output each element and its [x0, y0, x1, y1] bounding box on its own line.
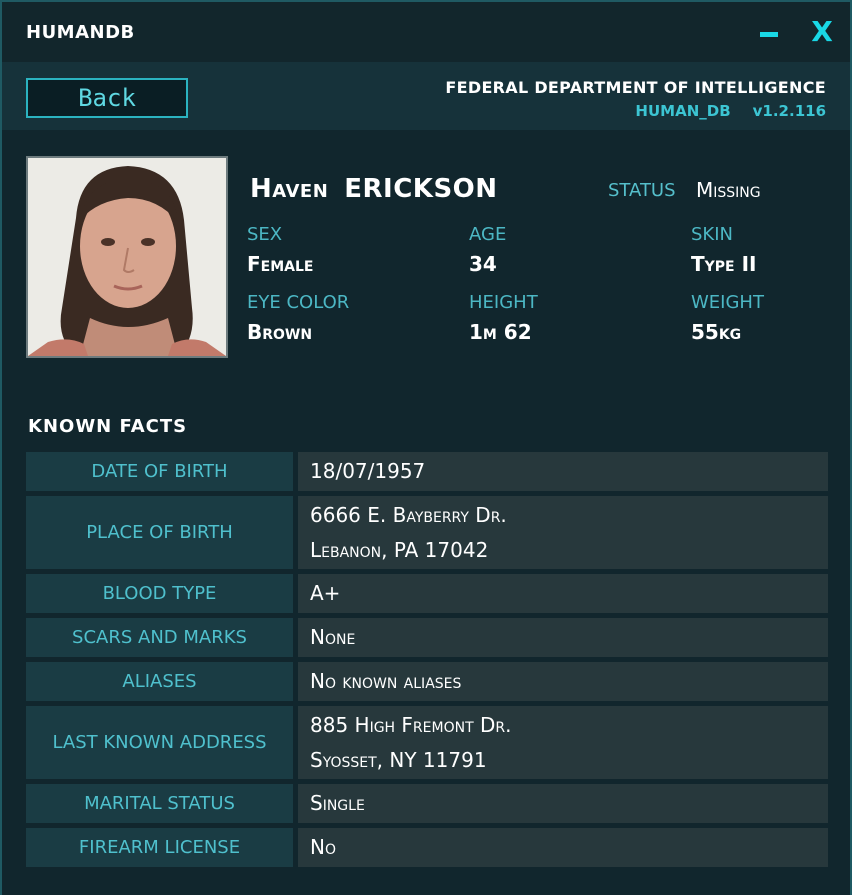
fact-label: FIREARM LICENSE	[26, 828, 293, 867]
humandb-window: HUMANDB X Back FEDERAL DEPARTMENT OF INT…	[0, 0, 852, 895]
skin-label: SKIN	[691, 224, 734, 245]
fact-value-line: A+	[310, 581, 341, 605]
weight-label: WEIGHT	[691, 292, 764, 313]
fact-label: MARITAL STATUS	[26, 784, 293, 823]
minimize-icon	[760, 31, 778, 37]
fact-value: A+	[298, 574, 828, 613]
fact-label: BLOOD TYPE	[26, 574, 293, 613]
skin-value: Type II	[691, 252, 757, 276]
fact-value-line: Single	[310, 791, 365, 815]
header: Back FEDERAL DEPARTMENT OF INTELLIGENCE …	[2, 62, 850, 130]
status-value: Missing	[696, 178, 761, 202]
eye-color-value: Brown	[247, 320, 313, 344]
fact-label: DATE OF BIRTH	[26, 452, 293, 491]
back-button[interactable]: Back	[26, 78, 188, 118]
last-name: ERICKSON	[344, 174, 498, 204]
subject-name: Haven ERICKSON	[250, 174, 498, 204]
fact-label: ALIASES	[26, 662, 293, 701]
portrait-image	[28, 158, 226, 356]
fact-label: LAST KNOWN ADDRESS	[26, 706, 293, 779]
fact-value-line: Syosset, NY 11791	[310, 747, 487, 772]
fact-value-line: No known aliases	[310, 669, 462, 693]
height-label: HEIGHT	[469, 292, 538, 313]
profile-panel: Haven ERICKSON STATUS Missing SEX Female …	[2, 130, 850, 895]
fact-row-blood-type: BLOOD TYPE A+	[26, 574, 828, 613]
fact-label: SCARS AND MARKS	[26, 618, 293, 657]
fact-row-place-of-birth: PLACE OF BIRTH 6666 E. Bayberry Dr. Leba…	[26, 496, 828, 569]
fact-row-scars-and-marks: SCARS AND MARKS None	[26, 618, 828, 657]
fact-value: Single	[298, 784, 828, 823]
fact-value: 6666 E. Bayberry Dr. Lebanon, PA 17042	[298, 496, 828, 569]
sex-label: SEX	[247, 224, 283, 245]
fact-value-line: No	[310, 835, 336, 859]
minimize-button[interactable]	[752, 14, 786, 48]
db-version-line: HUMAN_DB v1.2.116	[635, 102, 826, 120]
title-bar[interactable]: HUMANDB X	[2, 2, 850, 62]
status-label: STATUS	[608, 180, 676, 201]
fact-row-marital-status: MARITAL STATUS Single	[26, 784, 828, 823]
close-icon: X	[811, 14, 833, 48]
fact-row-date-of-birth: DATE OF BIRTH 18/07/1957	[26, 452, 828, 491]
fact-row-firearm-license: FIREARM LICENSE No	[26, 828, 828, 867]
fact-value-line: None	[310, 625, 356, 649]
fact-value-line: 885 High Fremont Dr.	[310, 712, 512, 737]
fact-value: 885 High Fremont Dr. Syosset, NY 11791	[298, 706, 828, 779]
sex-value: Female	[247, 252, 314, 276]
db-name: HUMAN_DB	[635, 102, 731, 120]
fact-value-line: Lebanon, PA 17042	[310, 537, 489, 562]
fact-value: None	[298, 618, 828, 657]
fact-label: PLACE OF BIRTH	[26, 496, 293, 569]
app-title: HUMANDB	[26, 22, 135, 43]
fact-value-line: 18/07/1957	[310, 459, 426, 483]
eye-color-label: EYE COLOR	[247, 292, 350, 313]
first-name: Haven	[250, 174, 329, 204]
agency-name: FEDERAL DEPARTMENT OF INTELLIGENCE	[445, 78, 826, 97]
known-facts-table: DATE OF BIRTH 18/07/1957 PLACE OF BIRTH …	[26, 452, 828, 872]
fact-row-aliases: ALIASES No known aliases	[26, 662, 828, 701]
known-facts-title: KNOWN FACTS	[28, 416, 188, 437]
height-value: 1m 62	[469, 320, 532, 344]
age-value: 34	[469, 252, 497, 276]
weight-value: 55kg	[691, 320, 742, 344]
age-label: AGE	[469, 224, 507, 245]
fact-value: No known aliases	[298, 662, 828, 701]
fact-row-last-known-address: LAST KNOWN ADDRESS 885 High Fremont Dr. …	[26, 706, 828, 779]
fact-value: 18/07/1957	[298, 452, 828, 491]
fact-value-line: 6666 E. Bayberry Dr.	[310, 502, 507, 527]
db-version: v1.2.116	[752, 102, 826, 120]
fact-value: No	[298, 828, 828, 867]
close-button[interactable]: X	[805, 14, 839, 48]
profile-photo	[26, 156, 228, 358]
